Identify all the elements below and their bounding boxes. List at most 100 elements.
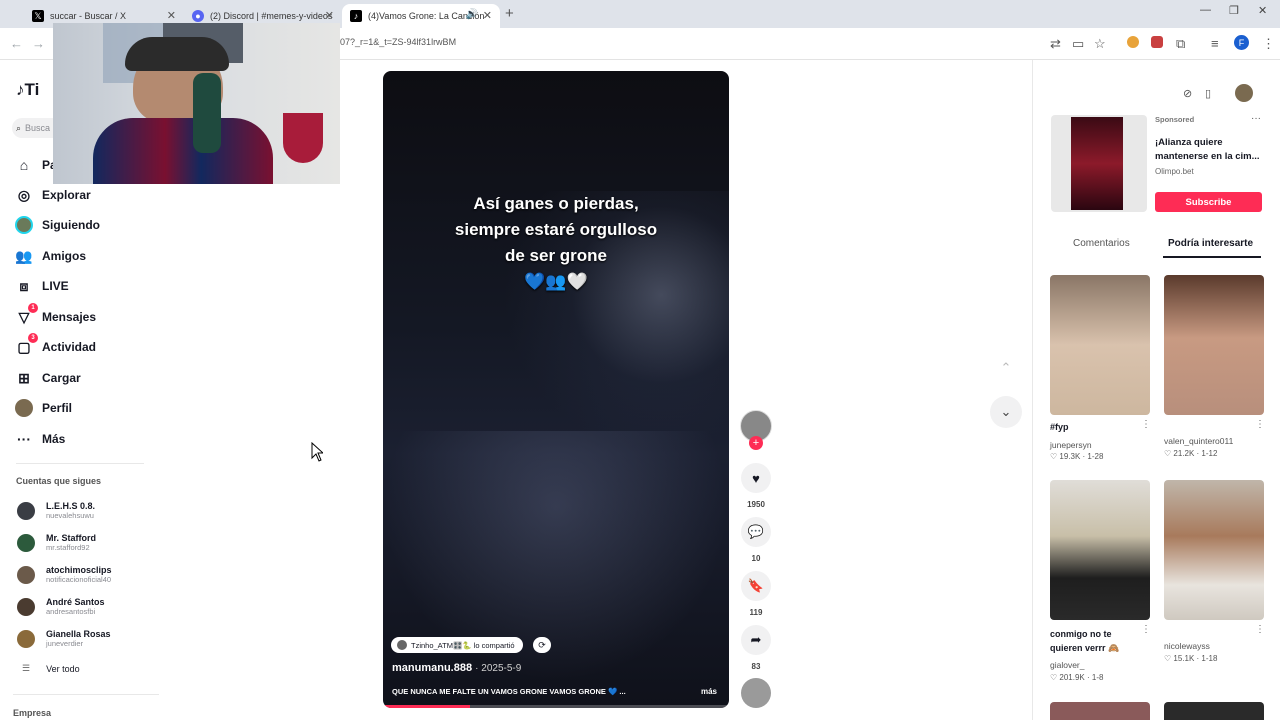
music-disc-icon[interactable] xyxy=(741,678,771,708)
heart-outline-icon: ♡ xyxy=(1050,673,1058,682)
compass-icon: ◎ xyxy=(17,186,31,203)
tab-related[interactable]: Podría interesarte xyxy=(1168,238,1253,249)
close-icon[interactable]: ✕ xyxy=(325,9,334,22)
tiktok-icon: ♪ xyxy=(350,10,362,22)
chevron-up-icon: ⌃ xyxy=(1000,360,1012,375)
related-video-thumbnail[interactable] xyxy=(1050,275,1150,415)
avatar-icon xyxy=(14,215,34,235)
close-window-icon[interactable]: ✕ xyxy=(1258,4,1267,17)
following-account[interactable]: Gianella Rosas juneverdier xyxy=(17,629,111,648)
footer-company-link[interactable]: Empresa xyxy=(13,708,51,718)
related-video-user[interactable]: gialover_ xyxy=(1050,660,1085,670)
heart-icon: ♥ xyxy=(752,470,760,486)
notification-badge: 1 xyxy=(28,303,38,313)
share-button[interactable]: ➦ xyxy=(741,625,771,655)
more-icon[interactable]: ⋮ xyxy=(1141,419,1151,430)
music-note-icon: ♪ xyxy=(16,80,25,99)
related-video-user[interactable]: junepersyn xyxy=(1050,440,1092,450)
video-author[interactable]: manumanu.888 · 2025-5-9 xyxy=(392,662,521,674)
shared-by-pill[interactable]: Tzinho_ATM🎛️🐍 lo compartió xyxy=(391,637,523,653)
follow-plus-icon[interactable]: + xyxy=(749,436,763,450)
extension-icon[interactable] xyxy=(1151,36,1163,48)
minimize-icon[interactable]: — xyxy=(1200,4,1211,16)
forward-icon[interactable]: → xyxy=(32,36,45,51)
close-icon[interactable]: ✕ xyxy=(167,9,176,22)
subscribe-button[interactable]: Subscribe xyxy=(1155,192,1262,212)
previous-video-button[interactable]: ⌃ xyxy=(990,352,1022,384)
heart-outline-icon: ♡ xyxy=(1050,452,1058,461)
save-button[interactable]: 🔖 xyxy=(741,571,771,601)
sidebar-item-explore[interactable]: ◎ Explorar xyxy=(14,185,91,205)
like-button[interactable]: ♥ xyxy=(741,463,771,493)
sidebar-item-messages[interactable]: ▽ 1 Mensajes xyxy=(14,303,96,327)
see-all-link[interactable]: ☰ Ver todo xyxy=(22,663,80,674)
translate-icon[interactable]: ⇄ xyxy=(1050,36,1061,52)
more-icon[interactable]: ⋮ xyxy=(1255,419,1265,430)
related-video-title[interactable]: conmigo no te quieren verrr 🙈 xyxy=(1050,627,1145,655)
following-account[interactable]: Mr. Stafford mr.stafford92 xyxy=(17,533,96,552)
video-player[interactable]: Así ganes o pierdas, siempre estaré orgu… xyxy=(383,71,729,708)
comment-button[interactable]: 💬 xyxy=(741,517,771,547)
following-section-title: Cuentas que sigues xyxy=(16,476,102,486)
more-link[interactable]: más xyxy=(701,687,717,696)
headset xyxy=(125,37,229,71)
sidebar-item-home[interactable]: ⌂ Pa xyxy=(14,155,57,175)
device-icon[interactable]: ▯ xyxy=(1205,87,1211,100)
more-icon[interactable]: ··· xyxy=(1251,113,1261,124)
comment-icon: 💬 xyxy=(747,524,765,539)
next-video-button[interactable]: ⌄ xyxy=(990,396,1022,428)
upload-icon: ⊞ xyxy=(18,369,30,386)
restore-icon[interactable]: ❐ xyxy=(1229,4,1239,17)
extension-icon[interactable] xyxy=(1127,36,1139,48)
related-video-thumbnail[interactable] xyxy=(1050,702,1150,720)
ad-thumbnail[interactable] xyxy=(1051,115,1147,212)
browser-tab-tiktok[interactable]: ♪ (4)Vamos Grone: La Canción 🔊 ✕ xyxy=(342,4,500,28)
tab-search-icon[interactable]: ≡ xyxy=(1211,36,1219,51)
more-icon[interactable]: ⋮ xyxy=(1141,624,1151,635)
related-video-thumbnail[interactable] xyxy=(1164,275,1264,415)
more-icon[interactable]: ⋮ xyxy=(1255,624,1265,635)
avatar[interactable] xyxy=(1235,84,1253,102)
sidebar-item-more[interactable]: ··· Más xyxy=(14,429,65,449)
tiktok-logo[interactable]: ♪Ti xyxy=(16,80,39,100)
tab-comments[interactable]: Comentarios xyxy=(1073,238,1130,249)
sidebar-item-live[interactable]: ⧈ LIVE xyxy=(14,276,69,296)
sidebar-item-following[interactable]: Siguiendo xyxy=(14,215,100,235)
profile-avatar[interactable]: F xyxy=(1234,35,1249,50)
compass-icon[interactable]: ⊘ xyxy=(1183,87,1192,100)
video-progress-bar[interactable] xyxy=(383,705,729,708)
url-field[interactable]: 07?_r=1&_t=ZS-94lf31lrwBM xyxy=(340,37,456,47)
sidebar-item-activity[interactable]: ▢ 3 Actividad xyxy=(14,333,96,357)
new-tab-button[interactable]: + xyxy=(505,5,514,22)
related-video-title[interactable]: #fyp xyxy=(1050,422,1069,432)
sidebar-item-friends[interactable]: 👥 Amigos xyxy=(14,246,86,266)
bookmark-star-icon[interactable]: ☆ xyxy=(1094,36,1106,52)
related-video-thumbnail[interactable] xyxy=(1164,480,1264,620)
sidebar-item-upload[interactable]: ⊞ Cargar xyxy=(14,368,81,388)
puzzle-icon[interactable]: ⧉ xyxy=(1176,36,1185,52)
related-video-thumbnail[interactable] xyxy=(1050,480,1150,620)
following-account[interactable]: André Santos andresantosfbi xyxy=(17,597,105,616)
sidebar-item-profile[interactable]: Perfil xyxy=(14,398,72,418)
menu-kebab-icon[interactable]: ⋮ xyxy=(1262,36,1275,52)
repost-icon[interactable]: ⟳ xyxy=(533,637,551,653)
speaker-icon[interactable]: 🔊 xyxy=(466,9,478,20)
divider xyxy=(13,694,159,695)
avatar xyxy=(397,640,407,650)
related-video-user[interactable]: nicolewayss xyxy=(1164,641,1210,651)
related-video-thumbnail[interactable] xyxy=(1164,702,1264,720)
close-icon[interactable]: ✕ xyxy=(483,9,492,22)
following-account[interactable]: atochimosclips notificacionoficial40 xyxy=(17,565,112,584)
sponsored-label: Sponsored xyxy=(1155,115,1195,124)
following-account[interactable]: L.E.H.S 0.8. nuevalehsuwu xyxy=(17,501,95,520)
like-count: 1950 xyxy=(747,500,765,509)
video-caption: Así ganes o pierdas, siempre estaré orgu… xyxy=(454,194,658,291)
related-video-user[interactable]: valen_quintero011 xyxy=(1164,436,1233,446)
home-icon: ⌂ xyxy=(19,157,29,173)
friends-icon: 👥 xyxy=(15,247,33,264)
right-panel: ⊘ ▯ Sponsored ··· ¡Alianza quiere manten… xyxy=(1032,60,1280,720)
ad-title[interactable]: ¡Alianza quiere mantenerse en la cim... xyxy=(1155,136,1263,164)
related-video-stats: ♡ 15.1K · 1-18 xyxy=(1164,654,1218,663)
back-icon[interactable]: ← xyxy=(10,36,23,51)
cast-icon[interactable]: ▭ xyxy=(1072,36,1084,52)
